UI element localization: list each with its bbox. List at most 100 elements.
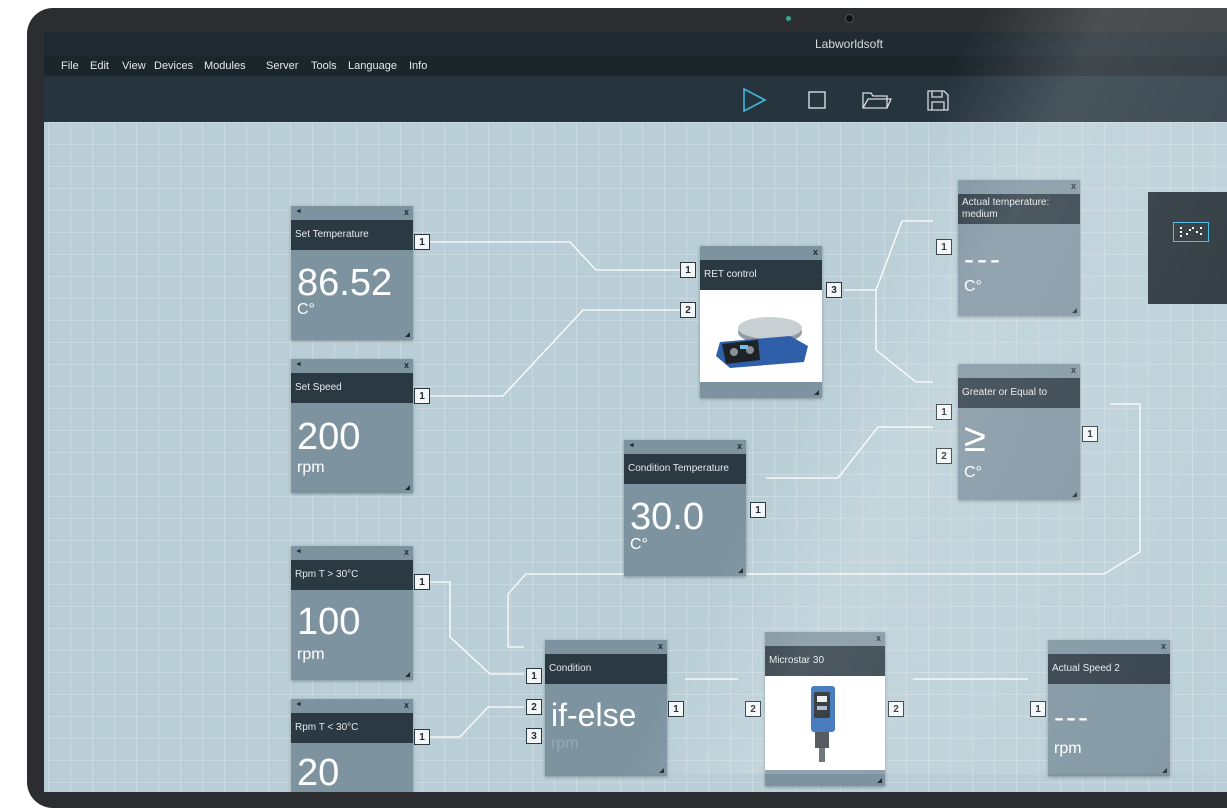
- port-out[interactable]: 1: [1082, 426, 1098, 442]
- port-out[interactable]: 1: [414, 574, 430, 590]
- chart-icon[interactable]: [1173, 222, 1209, 242]
- module-title: RET control: [700, 260, 822, 290]
- close-icon[interactable]: x: [404, 360, 409, 370]
- module-condition[interactable]: x Condition if-else rpm: [545, 640, 667, 776]
- resize-icon[interactable]: [814, 390, 819, 395]
- module-title: Microstar 30: [765, 646, 885, 676]
- stop-button[interactable]: [804, 86, 832, 114]
- collapse-icon[interactable]: ◄: [295, 701, 302, 708]
- module-value: ---: [1054, 701, 1090, 734]
- module-ret-control[interactable]: x RET control: [700, 246, 822, 398]
- module-unit: rpm: [1054, 740, 1082, 757]
- collapse-icon[interactable]: ◄: [628, 442, 635, 449]
- module-microstar-30[interactable]: x Microstar 30: [765, 632, 885, 786]
- play-button[interactable]: [740, 86, 768, 114]
- open-folder-icon: [862, 92, 893, 109]
- module-value: 200: [297, 416, 361, 458]
- port-out[interactable]: 1: [750, 502, 766, 518]
- close-icon[interactable]: x: [658, 641, 663, 651]
- camera: [845, 14, 854, 23]
- resize-icon[interactable]: [405, 485, 410, 490]
- port-in[interactable]: 1: [1030, 701, 1046, 717]
- module-greater-or-equal[interactable]: x Greater or Equal to ≥ C°: [958, 364, 1080, 500]
- module-unit: rpm: [297, 646, 325, 663]
- module-rpm-high[interactable]: ◄ x Rpm T > 30°C 100 rpm: [291, 546, 413, 680]
- resize-icon[interactable]: [659, 768, 664, 773]
- app-title: Labworldsoft: [814, 37, 884, 51]
- menu-edit[interactable]: Edit: [90, 56, 109, 76]
- play-icon: [743, 87, 767, 113]
- module-title: Set Speed: [291, 373, 413, 403]
- module-set-speed[interactable]: ◄ x Set Speed 200 rpm: [291, 359, 413, 493]
- menu-devices[interactable]: Devices: [154, 56, 193, 76]
- menu-modules[interactable]: Modules: [204, 56, 246, 76]
- module-rpm-low[interactable]: ◄ x Rpm T < 30°C 20 rpm: [291, 699, 413, 792]
- menu-language[interactable]: Language: [348, 56, 397, 76]
- module-actual-temperature[interactable]: x Actual temperature: medium --- C°: [958, 180, 1080, 316]
- close-icon[interactable]: x: [404, 207, 409, 217]
- overhead-stirrer-icon: [811, 686, 835, 762]
- chart-panel[interactable]: [1148, 192, 1227, 304]
- stop-icon: [808, 91, 826, 109]
- port-in[interactable]: 1: [936, 404, 952, 420]
- resize-icon[interactable]: [877, 778, 882, 783]
- resize-icon[interactable]: [1072, 492, 1077, 497]
- module-title: Condition: [545, 654, 667, 684]
- module-unit: C°: [964, 278, 982, 295]
- port-out[interactable]: 3: [826, 282, 842, 298]
- module-title: Greater or Equal to: [958, 378, 1080, 408]
- menu-tools[interactable]: Tools: [311, 56, 337, 76]
- module-condition-temperature[interactable]: ◄ x Condition Temperature 30.0 C°: [624, 440, 746, 576]
- module-title: Actual temperature: medium: [958, 194, 1080, 224]
- port-in[interactable]: 1: [936, 239, 952, 255]
- port-in[interactable]: 1: [526, 668, 542, 684]
- port-out[interactable]: 1: [414, 234, 430, 250]
- open-button[interactable]: [860, 86, 893, 114]
- close-icon[interactable]: x: [1161, 641, 1166, 651]
- close-icon[interactable]: x: [876, 633, 881, 643]
- resize-icon[interactable]: [405, 332, 410, 337]
- save-button[interactable]: [924, 86, 952, 114]
- close-icon[interactable]: x: [737, 441, 742, 451]
- module-value: 86.52: [297, 262, 393, 304]
- save-icon: [927, 90, 949, 111]
- port-out[interactable]: 2: [888, 701, 904, 717]
- resize-icon[interactable]: [405, 672, 410, 677]
- collapse-icon[interactable]: ◄: [295, 208, 302, 215]
- menu-file[interactable]: File: [61, 56, 79, 76]
- menu-info[interactable]: Info: [409, 56, 427, 76]
- module-unit: C°: [297, 301, 315, 318]
- flow-canvas[interactable]: ◄ x Set Temperature 86.52 C° 1 ◄ x Set S…: [48, 122, 1227, 792]
- port-out[interactable]: 1: [414, 388, 430, 404]
- close-icon[interactable]: x: [1071, 365, 1076, 375]
- port-in[interactable]: 2: [526, 699, 542, 715]
- port-out[interactable]: 1: [414, 729, 430, 745]
- toolbar: [44, 76, 1227, 122]
- resize-icon[interactable]: [1162, 768, 1167, 773]
- port-in[interactable]: 2: [936, 448, 952, 464]
- close-icon[interactable]: x: [404, 547, 409, 557]
- port-in[interactable]: 1: [680, 262, 696, 278]
- module-value: 30.0: [630, 496, 704, 538]
- close-icon[interactable]: x: [813, 247, 818, 257]
- resize-icon[interactable]: [738, 568, 743, 573]
- menu-bar: File Edit View Devices Modules Server To…: [44, 56, 1227, 76]
- collapse-icon[interactable]: ◄: [295, 361, 302, 368]
- port-in[interactable]: 2: [680, 302, 696, 318]
- menu-view[interactable]: View: [122, 56, 146, 76]
- module-actual-speed[interactable]: x Actual Speed 2 --- rpm: [1048, 640, 1170, 776]
- menu-server[interactable]: Server: [266, 56, 298, 76]
- module-title: Rpm T > 30°C: [291, 560, 413, 590]
- port-out[interactable]: 1: [668, 701, 684, 717]
- resize-icon[interactable]: [1072, 308, 1077, 313]
- close-icon[interactable]: x: [404, 700, 409, 710]
- app-window: Labworldsoft File Edit View Devices Modu…: [44, 32, 1227, 792]
- port-in[interactable]: 3: [526, 728, 542, 744]
- hotplate-stirrer-icon: [716, 317, 808, 368]
- collapse-icon[interactable]: ◄: [295, 548, 302, 555]
- port-in[interactable]: 2: [745, 701, 761, 717]
- module-set-temperature[interactable]: ◄ x Set Temperature 86.52 C°: [291, 206, 413, 340]
- close-icon[interactable]: x: [1071, 181, 1076, 191]
- module-title: Set Temperature: [291, 220, 413, 250]
- hotplate-stirrer-image: [700, 290, 822, 382]
